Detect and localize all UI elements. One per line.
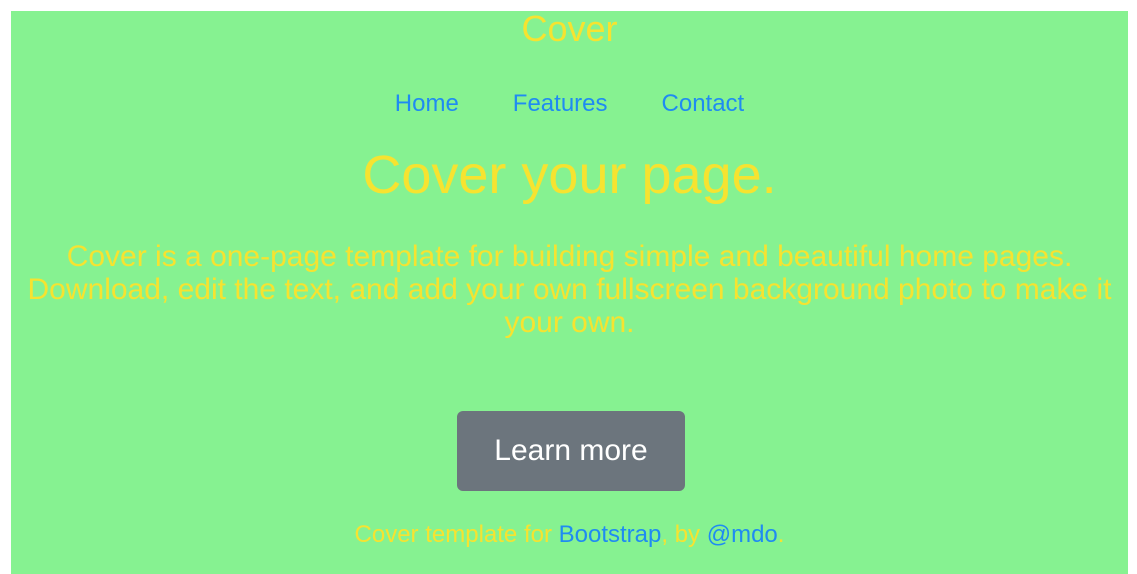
nav-features-link[interactable]: Features	[513, 89, 608, 119]
bootstrap-link[interactable]: Bootstrap	[559, 521, 662, 548]
brand-title: Cover	[521, 8, 618, 49]
footer-separator: , by	[661, 521, 707, 548]
nav-home-link[interactable]: Home	[395, 89, 459, 119]
cover-page: Cover Home Features Contact Cover your p…	[11, 8, 1128, 574]
nav-contact-link[interactable]: Contact	[662, 89, 745, 119]
footer-prefix: Cover template for	[354, 521, 559, 548]
main-navigation: Home Features Contact	[11, 89, 1128, 119]
footer-credit: Cover template for Bootstrap, by @mdo.	[11, 520, 1128, 550]
footer-suffix: .	[777, 521, 785, 548]
learn-more-button[interactable]: Learn more	[457, 411, 685, 491]
author-link[interactable]: @mdo	[707, 521, 778, 548]
hero-title: Cover your page.	[362, 145, 777, 205]
hero-description: Cover is a one-page template for buildin…	[27, 240, 1112, 339]
